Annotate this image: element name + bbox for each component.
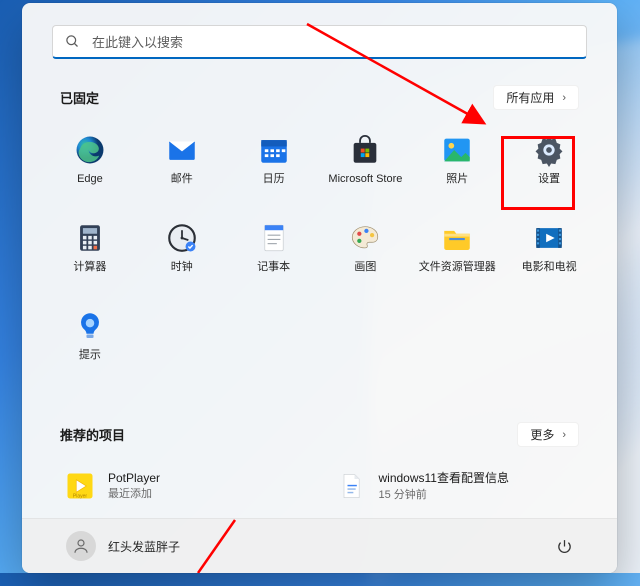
app-tile-calendar[interactable]: 日历 (228, 124, 320, 206)
app-tile-movies[interactable]: 电影和电视 (503, 212, 595, 294)
app-tile-settings[interactable]: 设置 (503, 124, 595, 206)
app-tile-mail[interactable]: 邮件 (136, 124, 228, 206)
app-tile-photos[interactable]: 照片 (411, 124, 503, 206)
svg-text:Player: Player (73, 493, 88, 499)
pinned-title: 已固定 (60, 88, 99, 107)
paint-icon (347, 220, 383, 256)
more-label: 更多 (530, 426, 554, 443)
recommended-header: 推荐的项目 更多 › (22, 410, 617, 455)
app-label: 时钟 (171, 261, 193, 274)
store-icon (347, 132, 383, 168)
avatar-icon (66, 531, 96, 561)
recommended-item-title: PotPlayer (108, 471, 160, 485)
pinned-grid: Edge 邮件 日历 Microsoft Store 照片 设置计算器 时钟 记事本 画图 文件资… (22, 118, 617, 382)
app-tile-explorer[interactable]: 文件资源管理器 (411, 212, 503, 294)
app-tile-paint[interactable]: 画图 (320, 212, 412, 294)
app-label: Microsoft Store (328, 173, 402, 186)
user-name: 红头发蓝胖子 (108, 538, 180, 555)
calculator-icon (72, 220, 108, 256)
app-tile-edge[interactable]: Edge (44, 124, 136, 206)
edge-icon (72, 132, 108, 168)
search-placeholder: 在此键入以搜索 (92, 32, 183, 51)
document-icon (335, 470, 367, 502)
pinned-header: 已固定 所有应用 › (22, 73, 617, 118)
power-button[interactable] (547, 529, 581, 563)
app-label: 邮件 (171, 173, 193, 186)
app-label: Edge (77, 173, 103, 186)
notepad-icon (256, 220, 292, 256)
user-account-button[interactable]: 红头发蓝胖子 (58, 526, 188, 566)
calendar-icon (256, 132, 292, 168)
app-tile-tips[interactable]: 提示 (44, 300, 136, 382)
potplayer-icon: Player (64, 470, 96, 502)
search-bar[interactable]: 在此键入以搜索 (52, 25, 587, 59)
app-label: 计算器 (73, 261, 106, 274)
app-label: 提示 (79, 349, 101, 362)
clock-icon (164, 220, 200, 256)
app-label: 电影和电视 (522, 261, 577, 274)
recommended-item-title: windows11查看配置信息 (379, 469, 509, 486)
app-tile-store[interactable]: Microsoft Store (320, 124, 412, 206)
app-label: 文件资源管理器 (419, 261, 496, 274)
tips-icon (72, 308, 108, 344)
app-tile-notepad[interactable]: 记事本 (228, 212, 320, 294)
start-menu-footer: 红头发蓝胖子 (22, 518, 617, 573)
app-label: 照片 (446, 173, 468, 186)
recommended-item-subtitle: 最近添加 (108, 485, 160, 501)
movies-icon (531, 220, 567, 256)
recommended-item[interactable]: Player PotPlayer最近添加 (58, 463, 311, 508)
recommended-title: 推荐的项目 (60, 425, 125, 444)
photos-icon (439, 132, 475, 168)
recommended-list: Player PotPlayer最近添加 windows11查看配置信息15 分钟前 (22, 455, 617, 508)
start-menu: 在此键入以搜索 已固定 所有应用 › Edge 邮件 日历 Microsoft Sto… (22, 3, 617, 573)
more-button[interactable]: 更多 › (517, 422, 579, 447)
app-tile-calculator[interactable]: 计算器 (44, 212, 136, 294)
chevron-right-icon: › (562, 429, 566, 441)
mail-icon (164, 132, 200, 168)
app-label: 设置 (538, 173, 560, 186)
all-apps-button[interactable]: 所有应用 › (493, 85, 579, 110)
app-tile-clock[interactable]: 时钟 (136, 212, 228, 294)
chevron-right-icon: › (562, 92, 566, 104)
app-label: 记事本 (257, 261, 290, 274)
all-apps-label: 所有应用 (506, 89, 554, 106)
recommended-item-subtitle: 15 分钟前 (379, 486, 509, 502)
explorer-icon (439, 220, 475, 256)
search-icon (65, 34, 80, 49)
app-label: 日历 (263, 173, 285, 186)
app-label: 画图 (354, 261, 376, 274)
recommended-item[interactable]: windows11查看配置信息15 分钟前 (329, 463, 582, 508)
settings-icon (531, 132, 567, 168)
